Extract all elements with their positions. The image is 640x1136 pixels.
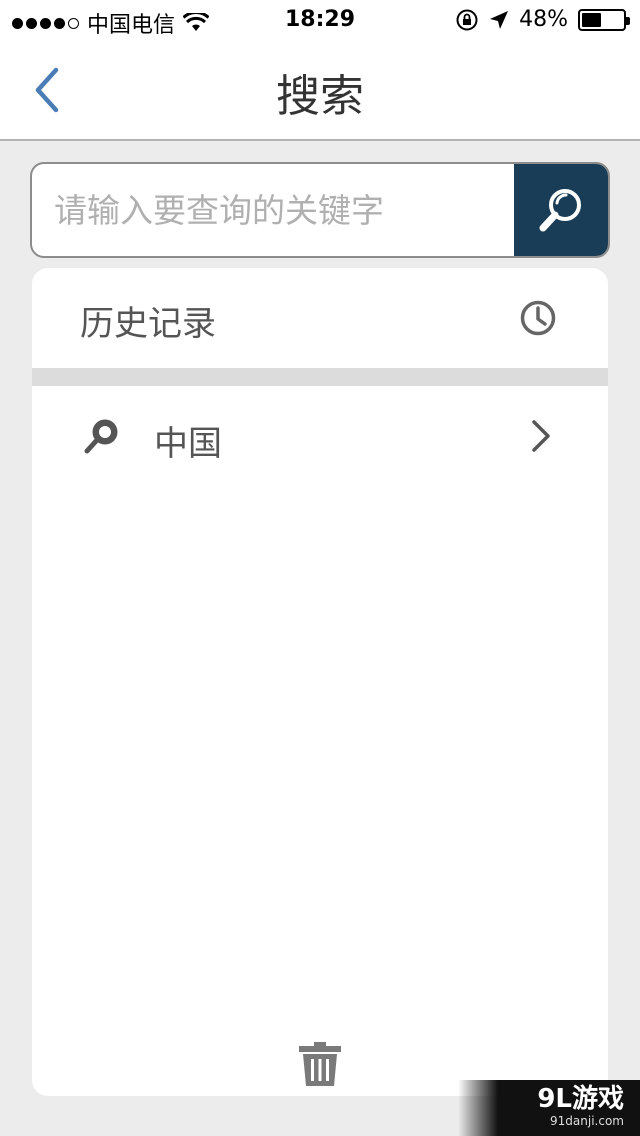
clock-icon	[520, 300, 556, 336]
watermark-url: 91danji.com	[550, 1114, 624, 1128]
rotation-lock-icon	[456, 9, 478, 30]
search-icon	[539, 189, 581, 232]
history-title: 历史记录	[80, 304, 216, 344]
search-input[interactable]	[32, 164, 516, 256]
status-right-group: 48%	[455, 7, 630, 32]
clear-history-button[interactable]	[296, 1040, 344, 1088]
trash-icon	[299, 1042, 341, 1086]
history-item-label: 中国	[154, 424, 222, 464]
history-list-item[interactable]: 中国	[32, 386, 608, 486]
battery-icon	[578, 8, 630, 31]
location-arrow-icon	[490, 10, 509, 29]
chevron-right-icon	[532, 420, 550, 452]
search-button[interactable]	[514, 164, 608, 256]
search-icon	[84, 419, 118, 454]
battery-percent: 48%	[519, 7, 568, 32]
status-bar: 中国电信 18:29 48%	[0, 0, 640, 40]
history-panel: 历史记录 中国	[32, 268, 608, 1096]
page-title: 搜索	[276, 71, 364, 122]
navigation-bar: 搜索	[0, 40, 640, 141]
search-bar	[30, 162, 610, 258]
section-divider	[32, 368, 608, 386]
history-header: 历史记录	[32, 268, 608, 368]
watermark-logo: 9L游戏 91danji.com	[458, 1080, 640, 1136]
watermark-title: 9L游戏	[537, 1084, 624, 1114]
